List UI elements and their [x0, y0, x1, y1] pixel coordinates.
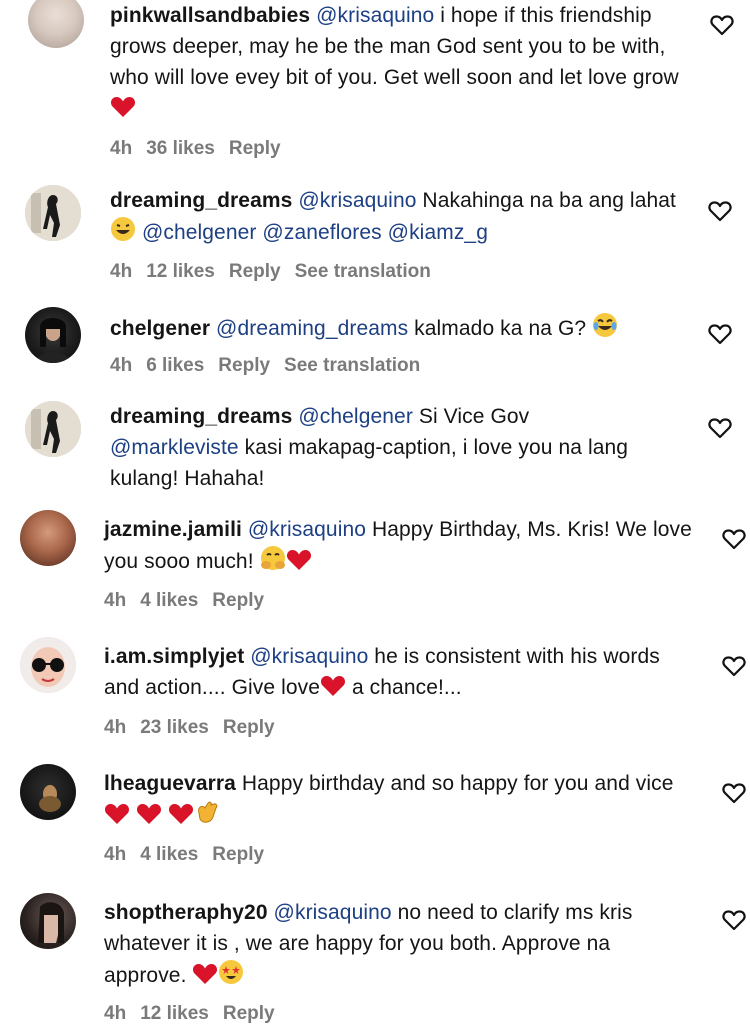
- comment-time: 4h: [104, 1003, 127, 1024]
- comment-likes[interactable]: 4 likes: [140, 590, 198, 611]
- comment-text: Si Vice Gov: [412, 405, 530, 428]
- reply-button[interactable]: Reply: [223, 717, 275, 738]
- comment-mention[interactable]: @krisaquino: [316, 4, 434, 27]
- comment-mention-2[interactable]: @markleviste: [110, 436, 239, 459]
- red-heart-icon: [321, 675, 346, 696]
- star-struck-emoji-icon: [219, 960, 244, 984]
- heart-outline-icon[interactable]: [722, 655, 746, 677]
- heart-outline-icon[interactable]: [708, 417, 732, 439]
- comment-time: 4h: [104, 590, 127, 611]
- avatar[interactable]: [25, 185, 81, 241]
- comment-username[interactable]: jazmine.jamili: [104, 518, 242, 541]
- grinning-sweat-emoji-icon: [111, 217, 135, 241]
- comment-username[interactable]: chelgener: [110, 317, 210, 340]
- hugging-face-emoji-icon: [260, 546, 285, 570]
- avatar[interactable]: [25, 401, 81, 457]
- reply-button[interactable]: Reply: [212, 844, 264, 865]
- comment-text-2: a chance!...: [346, 676, 462, 699]
- avatar-figure: [35, 318, 71, 363]
- heart-outline-icon[interactable]: [722, 782, 746, 804]
- reply-button[interactable]: Reply: [229, 138, 281, 159]
- comment-mention[interactable]: @krisaquino: [274, 901, 392, 924]
- clapping-hands-emoji-icon: [197, 801, 218, 823]
- avatar[interactable]: [20, 510, 76, 566]
- red-heart-icon: [104, 803, 130, 824]
- avatar[interactable]: [25, 307, 81, 363]
- reply-button[interactable]: Reply: [212, 590, 264, 611]
- comment-time: 4h: [110, 355, 133, 376]
- comment-mention[interactable]: @krisaquino: [248, 518, 366, 541]
- tears-of-joy-emoji-icon: [593, 313, 618, 337]
- comment-likes[interactable]: 6 likes: [146, 355, 204, 376]
- comment-mention[interactable]: @krisaquino: [298, 189, 416, 212]
- red-heart-icon: [136, 803, 161, 824]
- heart-outline-icon[interactable]: [722, 528, 746, 550]
- comment-text: kalmado ka na G?: [408, 317, 587, 340]
- heart-outline-icon[interactable]: [722, 909, 746, 931]
- comment-time: 4h: [110, 138, 133, 159]
- avatar[interactable]: [20, 764, 76, 820]
- comment-likes[interactable]: 4 likes: [140, 844, 198, 865]
- comment-mentions[interactable]: @chelgener @zaneflores @kiamz_g: [142, 221, 488, 244]
- avatar-figure: [25, 185, 81, 241]
- comment-username[interactable]: pinkwallsandbabies: [110, 4, 310, 27]
- heart-outline-icon[interactable]: [708, 323, 732, 345]
- comment-text: Nakahinga na ba ang lahat: [416, 189, 676, 212]
- avatar-figure: [20, 637, 76, 693]
- avatar[interactable]: [28, 0, 84, 48]
- reply-button[interactable]: Reply: [229, 261, 281, 282]
- comment-time: 4h: [104, 844, 127, 865]
- comment-username[interactable]: dreaming_dreams: [110, 405, 292, 428]
- avatar-figure: [25, 401, 81, 457]
- avatar[interactable]: [20, 637, 76, 693]
- comment-likes[interactable]: 36 likes: [146, 138, 215, 159]
- comment-likes[interactable]: 12 likes: [146, 261, 215, 282]
- comment-mention[interactable]: @dreaming_dreams: [216, 317, 408, 340]
- comment-mention[interactable]: @chelgener: [298, 405, 413, 428]
- heart-outline-icon[interactable]: [708, 200, 732, 222]
- red-heart-icon: [168, 803, 193, 824]
- comment-likes[interactable]: 12 likes: [140, 1003, 209, 1024]
- comment-username[interactable]: lheaguevarra: [104, 772, 236, 795]
- reply-button[interactable]: Reply: [218, 355, 270, 376]
- heart-outline-icon[interactable]: [710, 14, 734, 36]
- comment-username[interactable]: dreaming_dreams: [110, 189, 292, 212]
- comment-username[interactable]: i.am.simplyjet: [104, 645, 244, 668]
- see-translation-button[interactable]: See translation: [295, 261, 431, 282]
- comment-time: 4h: [110, 261, 133, 282]
- avatar[interactable]: [20, 893, 76, 949]
- red-heart-icon: [193, 963, 218, 984]
- avatar-figure: [39, 785, 61, 812]
- red-heart-icon: [286, 549, 311, 570]
- comment-username[interactable]: shoptheraphy20: [104, 901, 268, 924]
- comment-time: 4h: [104, 717, 127, 738]
- comment-mention[interactable]: @krisaquino: [250, 645, 368, 668]
- avatar-figure: [38, 902, 64, 943]
- reply-button[interactable]: Reply: [223, 1003, 275, 1024]
- comment-text: Happy birthday and so happy for you and …: [235, 772, 674, 795]
- comment-likes[interactable]: 23 likes: [140, 717, 209, 738]
- red-heart-icon: [110, 96, 136, 117]
- see-translation-button[interactable]: See translation: [284, 355, 420, 376]
